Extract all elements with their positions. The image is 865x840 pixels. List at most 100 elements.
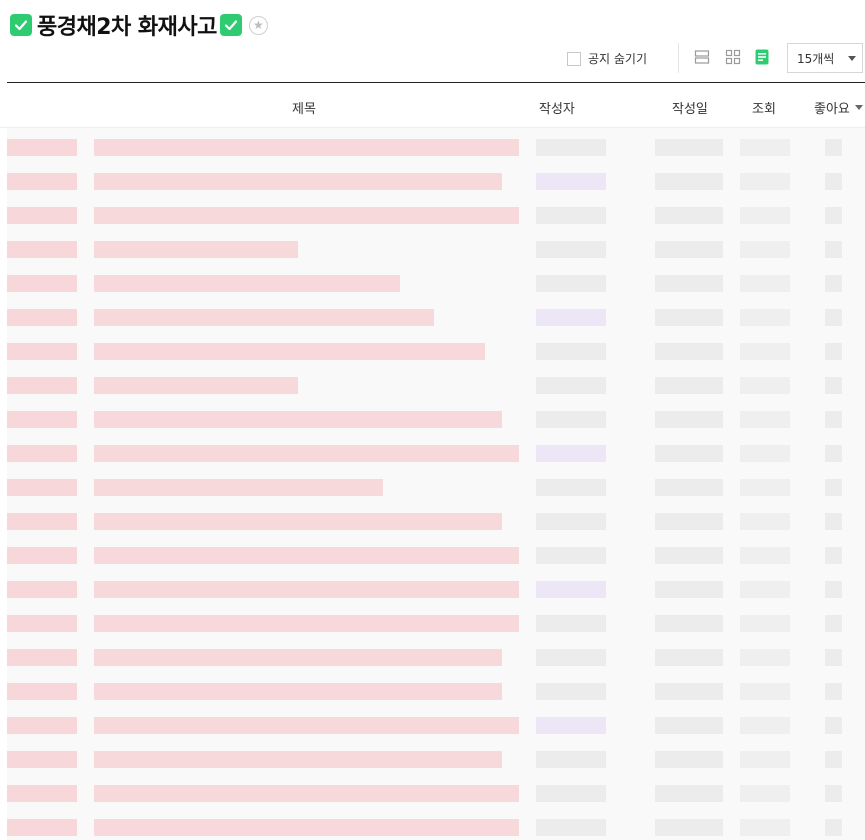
redacted-likes xyxy=(825,819,842,836)
redacted-date xyxy=(655,717,723,734)
redacted-date xyxy=(655,513,723,530)
list-text-icon[interactable] xyxy=(754,49,770,65)
redacted-author xyxy=(536,139,606,156)
redacted-likes xyxy=(825,173,842,190)
redacted-post-row[interactable] xyxy=(7,608,865,642)
sort-down-icon xyxy=(854,105,863,110)
redacted-date xyxy=(655,819,723,836)
redacted-post-row[interactable] xyxy=(7,574,865,608)
redacted-post-row[interactable] xyxy=(7,302,865,336)
list-card-icon[interactable] xyxy=(694,49,710,65)
favorite-star-icon[interactable]: ★ xyxy=(248,15,268,35)
redacted-likes xyxy=(825,445,842,462)
column-header-date: 작성일 xyxy=(672,102,708,117)
redacted-views xyxy=(740,649,790,666)
redacted-author xyxy=(536,275,606,292)
redacted-date xyxy=(655,377,723,394)
redacted-number xyxy=(7,343,77,360)
redacted-author xyxy=(536,819,606,836)
redacted-number xyxy=(7,207,77,224)
chevron-down-icon xyxy=(848,56,856,61)
redacted-author xyxy=(536,581,606,598)
redacted-post-row[interactable] xyxy=(7,676,865,710)
redacted-views xyxy=(740,139,790,156)
redacted-likes xyxy=(825,377,842,394)
redacted-title xyxy=(94,513,502,530)
redacted-likes xyxy=(825,717,842,734)
redacted-number xyxy=(7,615,77,632)
redacted-post-row[interactable] xyxy=(7,404,865,438)
page-size-value: 15개씩 xyxy=(797,51,835,66)
album-grid-icon[interactable] xyxy=(725,49,741,65)
redacted-post-row[interactable] xyxy=(7,744,865,778)
redacted-post-row[interactable] xyxy=(7,438,865,472)
redacted-number xyxy=(7,819,77,836)
redacted-likes xyxy=(825,547,842,564)
redacted-views xyxy=(740,343,790,360)
redacted-views xyxy=(740,615,790,632)
redacted-number xyxy=(7,377,77,394)
redacted-post-row[interactable] xyxy=(7,234,865,268)
redacted-post-row[interactable] xyxy=(7,540,865,574)
redacted-post-row[interactable] xyxy=(7,778,865,812)
redacted-date xyxy=(655,751,723,768)
redacted-likes xyxy=(825,785,842,802)
redacted-title xyxy=(94,207,519,224)
redacted-author xyxy=(536,683,606,700)
redacted-post-row[interactable] xyxy=(7,506,865,540)
redacted-likes xyxy=(825,683,842,700)
redacted-post-row[interactable] xyxy=(7,370,865,404)
redacted-post-row[interactable] xyxy=(7,710,865,744)
post-list-redacted xyxy=(7,128,865,840)
redacted-post-row[interactable] xyxy=(7,336,865,370)
redacted-author xyxy=(536,717,606,734)
redacted-views xyxy=(740,241,790,258)
board-title: 풍경채2차 화재사고 xyxy=(37,15,217,40)
redacted-number xyxy=(7,513,77,530)
redacted-number xyxy=(7,479,77,496)
redacted-post-row[interactable] xyxy=(7,472,865,506)
redacted-title xyxy=(94,819,519,836)
list-toolbar: 공지 숨기기 15개씩 xyxy=(0,42,865,74)
column-header-views: 조회 xyxy=(752,102,776,117)
redacted-post-row[interactable] xyxy=(7,166,865,200)
hide-notice-checkbox[interactable] xyxy=(567,51,581,66)
redacted-date xyxy=(655,343,723,360)
column-header-likes[interactable]: 좋아요 xyxy=(814,98,863,117)
cafe-board-header: 풍경채2차 화재사고 ★ xyxy=(10,10,268,40)
redacted-date xyxy=(655,445,723,462)
redacted-number xyxy=(7,649,77,666)
page-size-select[interactable]: 15개씩 xyxy=(787,43,863,73)
redacted-title xyxy=(94,785,519,802)
redacted-date xyxy=(655,139,723,156)
redacted-number xyxy=(7,241,77,258)
redacted-views xyxy=(740,683,790,700)
redacted-author xyxy=(536,207,606,224)
redacted-views xyxy=(740,819,790,836)
redacted-date xyxy=(655,173,723,190)
redacted-views xyxy=(740,207,790,224)
hide-notice-toggle[interactable]: 공지 숨기기 xyxy=(567,50,647,67)
redacted-views xyxy=(740,173,790,190)
redacted-title xyxy=(94,547,519,564)
redacted-title xyxy=(94,275,400,292)
redacted-views xyxy=(740,411,790,428)
redacted-post-row[interactable] xyxy=(7,132,865,166)
redacted-likes xyxy=(825,751,842,768)
redacted-title xyxy=(94,309,434,326)
redacted-title xyxy=(94,717,519,734)
redacted-views xyxy=(740,445,790,462)
redacted-post-row[interactable] xyxy=(7,268,865,302)
redacted-post-row[interactable] xyxy=(7,642,865,676)
redacted-likes xyxy=(825,411,842,428)
redacted-post-row[interactable] xyxy=(7,200,865,234)
redacted-views xyxy=(740,377,790,394)
redacted-views xyxy=(740,581,790,598)
redacted-likes xyxy=(825,479,842,496)
redacted-views xyxy=(740,309,790,326)
redacted-date xyxy=(655,207,723,224)
redacted-post-row[interactable] xyxy=(7,812,865,840)
redacted-author xyxy=(536,547,606,564)
redacted-title xyxy=(94,479,383,496)
redacted-author xyxy=(536,649,606,666)
